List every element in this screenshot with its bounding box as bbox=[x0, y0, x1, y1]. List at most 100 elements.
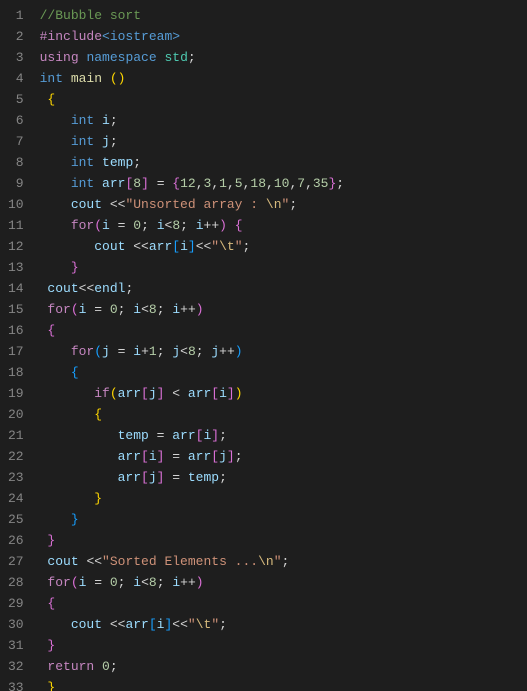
code-line[interactable]: } bbox=[40, 488, 345, 509]
line-number: 20 bbox=[8, 404, 24, 425]
code-line[interactable]: int temp; bbox=[40, 152, 345, 173]
code-line[interactable]: { bbox=[40, 593, 345, 614]
line-number: 17 bbox=[8, 341, 24, 362]
code-line[interactable]: arr[j] = temp; bbox=[40, 467, 345, 488]
code-line[interactable]: int main () bbox=[40, 68, 345, 89]
code-line[interactable]: return 0; bbox=[40, 656, 345, 677]
code-line[interactable]: temp = arr[i]; bbox=[40, 425, 345, 446]
code-line[interactable]: } bbox=[40, 257, 345, 278]
token-op bbox=[227, 218, 235, 233]
code-line[interactable]: } bbox=[40, 530, 345, 551]
token-type: int bbox=[71, 113, 94, 128]
token-br2: ] bbox=[227, 449, 235, 464]
token-br2: } bbox=[47, 533, 55, 548]
token-op: ; bbox=[336, 176, 344, 191]
code-line[interactable]: //Bubble sort bbox=[40, 5, 345, 26]
token-num: 10 bbox=[274, 176, 290, 191]
token-op: < bbox=[141, 575, 149, 590]
code-line[interactable]: cout <<"Unsorted array : \n"; bbox=[40, 194, 345, 215]
token-op: ; bbox=[157, 344, 173, 359]
line-number: 19 bbox=[8, 383, 24, 404]
code-line[interactable]: for(j = i+1; j<8; j++) bbox=[40, 341, 345, 362]
code-line[interactable]: cout <<arr[i]<<"\t"; bbox=[40, 614, 345, 635]
token-op: ; bbox=[110, 659, 118, 674]
token-op: ; bbox=[118, 575, 134, 590]
code-line[interactable]: cout<<endl; bbox=[40, 278, 345, 299]
code-line[interactable]: for(i = 0; i<8; i++) { bbox=[40, 215, 345, 236]
token-br1: } bbox=[47, 680, 55, 691]
token-br3: { bbox=[71, 365, 79, 380]
code-line[interactable]: if(arr[j] < arr[i]) bbox=[40, 383, 345, 404]
token-op: , bbox=[305, 176, 313, 191]
token-id: i bbox=[196, 218, 204, 233]
line-number: 10 bbox=[8, 194, 24, 215]
token-cout: cout bbox=[71, 617, 102, 632]
token-id: j bbox=[172, 344, 180, 359]
token-num: 0 bbox=[133, 218, 141, 233]
token-br3: [ bbox=[172, 239, 180, 254]
token-str: "Sorted Elements ... bbox=[102, 554, 258, 569]
token-br3: ] bbox=[188, 239, 196, 254]
token-op: = bbox=[110, 218, 133, 233]
token-op: << bbox=[102, 197, 125, 212]
token-cout: cout bbox=[47, 554, 78, 569]
token-op: ++ bbox=[180, 302, 196, 317]
token-br2: ( bbox=[94, 218, 102, 233]
code-line[interactable]: } bbox=[40, 509, 345, 530]
line-number: 31 bbox=[8, 635, 24, 656]
code-line[interactable]: } bbox=[40, 677, 345, 691]
code-line[interactable]: { bbox=[40, 404, 345, 425]
code-line[interactable]: for(i = 0; i<8; i++) bbox=[40, 572, 345, 593]
token-id: arr bbox=[118, 470, 141, 485]
token-br2: [ bbox=[141, 470, 149, 485]
token-op: ; bbox=[289, 197, 297, 212]
token-br1: ) bbox=[235, 386, 243, 401]
token-br2: [ bbox=[141, 449, 149, 464]
token-cout: cout bbox=[71, 197, 102, 212]
token-op: ; bbox=[110, 134, 118, 149]
token-op: < bbox=[164, 386, 187, 401]
token-id: i bbox=[219, 386, 227, 401]
token-op: < bbox=[180, 344, 188, 359]
code-line[interactable]: int j; bbox=[40, 131, 345, 152]
token-id: arr bbox=[188, 449, 211, 464]
code-line[interactable]: using namespace std; bbox=[40, 47, 345, 68]
code-line[interactable]: arr[i] = arr[j]; bbox=[40, 446, 345, 467]
line-number: 2 bbox=[8, 26, 24, 47]
line-number: 15 bbox=[8, 299, 24, 320]
token-num: 5 bbox=[235, 176, 243, 191]
token-op: << bbox=[79, 281, 95, 296]
token-type: int bbox=[71, 134, 94, 149]
code-line[interactable]: cout <<"Sorted Elements ...\n"; bbox=[40, 551, 345, 572]
code-line[interactable]: { bbox=[40, 362, 345, 383]
token-id: i bbox=[157, 218, 165, 233]
token-cmt: //Bubble sort bbox=[40, 8, 141, 23]
code-line[interactable]: int arr[8] = {12,3,1,5,18,10,7,35}; bbox=[40, 173, 345, 194]
token-br2: { bbox=[172, 176, 180, 191]
code-line[interactable]: #include<iostream> bbox=[40, 26, 345, 47]
token-br3: } bbox=[71, 512, 79, 527]
code-line[interactable]: for(i = 0; i<8; i++) bbox=[40, 299, 345, 320]
code-line[interactable]: } bbox=[40, 635, 345, 656]
token-str: "Unsorted array : bbox=[125, 197, 265, 212]
token-cout: cout bbox=[94, 239, 125, 254]
token-br3: [ bbox=[149, 617, 157, 632]
code-line[interactable]: cout <<arr[i]<<"\t"; bbox=[40, 236, 345, 257]
token-id: arr bbox=[188, 386, 211, 401]
code-line[interactable]: { bbox=[40, 320, 345, 341]
token-id: j bbox=[219, 449, 227, 464]
token-op: ; bbox=[282, 554, 290, 569]
code-line[interactable]: { bbox=[40, 89, 345, 110]
code-line[interactable]: int i; bbox=[40, 110, 345, 131]
token-kw2: if bbox=[94, 386, 110, 401]
token-br2: ] bbox=[141, 176, 149, 191]
token-br2: ) bbox=[219, 218, 227, 233]
token-id: arr bbox=[172, 428, 195, 443]
line-number-gutter: 1234567891011121314151617181920212223242… bbox=[0, 0, 36, 691]
token-type: int bbox=[71, 155, 94, 170]
token-num: 7 bbox=[297, 176, 305, 191]
token-op: = bbox=[110, 344, 133, 359]
token-op: = bbox=[149, 428, 172, 443]
code-editor: 1234567891011121314151617181920212223242… bbox=[0, 0, 527, 691]
code-area[interactable]: //Bubble sort #include<iostream>using nam… bbox=[36, 0, 345, 691]
